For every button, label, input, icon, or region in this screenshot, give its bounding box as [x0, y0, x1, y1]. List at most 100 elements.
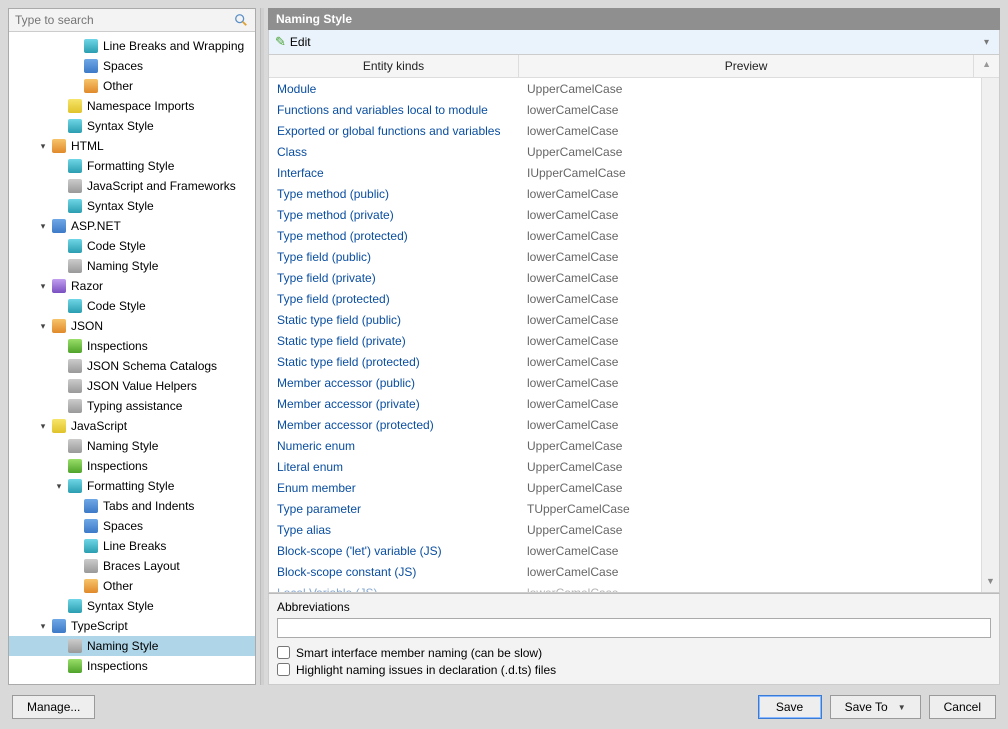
- tree-item[interactable]: ▸JSON Schema Catalogs: [9, 356, 255, 376]
- tree-item[interactable]: ▸Inspections: [9, 336, 255, 356]
- tree-item[interactable]: ▸Other: [9, 76, 255, 96]
- table-row[interactable]: Functions and variables local to modulel…: [269, 99, 999, 120]
- cancel-button[interactable]: Cancel: [929, 695, 996, 719]
- col-entity[interactable]: Entity kinds: [269, 55, 519, 77]
- manage-button[interactable]: Manage...: [12, 695, 95, 719]
- tree-item[interactable]: ▸Typing assistance: [9, 396, 255, 416]
- tree-item[interactable]: ▸Line Breaks and Wrapping: [9, 36, 255, 56]
- table-row[interactable]: Numeric enumUpperCamelCase: [269, 435, 999, 456]
- table-row[interactable]: Type parameterTUpperCamelCase: [269, 498, 999, 519]
- tree-item[interactable]: ▸Naming Style: [9, 636, 255, 656]
- table-row[interactable]: Member accessor (private)lowerCamelCase: [269, 393, 999, 414]
- col-preview[interactable]: Preview: [519, 55, 973, 77]
- tree-item[interactable]: ▸Code Style: [9, 236, 255, 256]
- table-row[interactable]: Type field (private)lowerCamelCase: [269, 267, 999, 288]
- caret-icon[interactable]: ▾: [37, 280, 49, 292]
- tree-item[interactable]: ▸Namespace Imports: [9, 96, 255, 116]
- abbreviations-input[interactable]: [277, 618, 991, 638]
- tree-item[interactable]: ▾Razor: [9, 276, 255, 296]
- table-row[interactable]: Type aliasUpperCamelCase: [269, 519, 999, 540]
- table-row[interactable]: Static type field (public)lowerCamelCase: [269, 309, 999, 330]
- scroll-up-icon[interactable]: ▲: [973, 55, 999, 77]
- tree-item[interactable]: ▸Spaces: [9, 516, 255, 536]
- tree-item[interactable]: ▸JSON Value Helpers: [9, 376, 255, 396]
- tree-item[interactable]: ▸Inspections: [9, 656, 255, 676]
- table-row[interactable]: Type method (public)lowerCamelCase: [269, 183, 999, 204]
- tree-item[interactable]: ▸Syntax Style: [9, 596, 255, 616]
- table-row[interactable]: Exported or global functions and variabl…: [269, 120, 999, 141]
- table-row[interactable]: Type method (protected)lowerCamelCase: [269, 225, 999, 246]
- tree-item[interactable]: ▸Syntax Style: [9, 196, 255, 216]
- table-row[interactable]: Static type field (protected)lowerCamelC…: [269, 351, 999, 372]
- table-row[interactable]: Type method (private)lowerCamelCase: [269, 204, 999, 225]
- tree-icon: [83, 538, 99, 554]
- caret-icon[interactable]: ▾: [37, 420, 49, 432]
- cell-preview: lowerCamelCase: [519, 124, 999, 138]
- tree-item-label: Formatting Style: [87, 159, 174, 173]
- table-header: Entity kinds Preview ▲: [269, 55, 999, 78]
- cell-preview: lowerCamelCase: [519, 565, 999, 579]
- table-row[interactable]: Member accessor (protected)lowerCamelCas…: [269, 414, 999, 435]
- edit-button[interactable]: ✎ Edit: [275, 34, 311, 50]
- checkbox-smart-interface[interactable]: [277, 646, 290, 659]
- chevron-down-icon: ▼: [898, 703, 906, 712]
- scrollbar[interactable]: ▼: [981, 78, 999, 592]
- table-row[interactable]: Type field (protected)lowerCamelCase: [269, 288, 999, 309]
- save-to-button[interactable]: Save To ▼: [830, 695, 921, 719]
- table-row[interactable]: Static type field (private)lowerCamelCas…: [269, 330, 999, 351]
- table-body[interactable]: ModuleUpperCamelCaseFunctions and variab…: [269, 78, 999, 592]
- caret-icon[interactable]: ▾: [37, 140, 49, 152]
- collapse-icon[interactable]: ▾: [980, 37, 993, 48]
- caret-icon[interactable]: ▾: [37, 620, 49, 632]
- tree-item[interactable]: ▸Tabs and Indents: [9, 496, 255, 516]
- table-row[interactable]: Local Variable (JS)lowerCamelCase: [269, 582, 999, 592]
- cell-preview: UpperCamelCase: [519, 460, 999, 474]
- table-row[interactable]: InterfaceIUpperCamelCase: [269, 162, 999, 183]
- cell-preview: lowerCamelCase: [519, 103, 999, 117]
- tree-icon: [67, 98, 83, 114]
- table-row[interactable]: ModuleUpperCamelCase: [269, 78, 999, 99]
- tree-item[interactable]: ▸Naming Style: [9, 256, 255, 276]
- tree-item[interactable]: ▾Formatting Style: [9, 476, 255, 496]
- cell-preview: lowerCamelCase: [519, 397, 999, 411]
- scroll-down-icon[interactable]: ▼: [982, 576, 999, 592]
- tree-item[interactable]: ▸Inspections: [9, 456, 255, 476]
- search-input[interactable]: [15, 13, 233, 27]
- table-row[interactable]: Type field (public)lowerCamelCase: [269, 246, 999, 267]
- tree-item[interactable]: ▸Braces Layout: [9, 556, 255, 576]
- tree-item[interactable]: ▸Code Style: [9, 296, 255, 316]
- tree-item[interactable]: ▾JavaScript: [9, 416, 255, 436]
- caret-icon[interactable]: ▾: [53, 480, 65, 492]
- tree-item[interactable]: ▸Naming Style: [9, 436, 255, 456]
- save-button[interactable]: Save: [758, 695, 822, 719]
- cell-preview: UpperCamelCase: [519, 82, 999, 96]
- tree-item-label: Code Style: [87, 239, 146, 253]
- tree-item[interactable]: ▸Line Breaks: [9, 536, 255, 556]
- checkbox-highlight-dts[interactable]: [277, 663, 290, 676]
- table-row[interactable]: Block-scope constant (JS)lowerCamelCase: [269, 561, 999, 582]
- tree-icon: [67, 298, 83, 314]
- table-row[interactable]: Member accessor (public)lowerCamelCase: [269, 372, 999, 393]
- tree-item[interactable]: ▾JSON: [9, 316, 255, 336]
- tree-item[interactable]: ▾TypeScript: [9, 616, 255, 636]
- splitter[interactable]: [260, 8, 264, 685]
- tree-icon: [51, 218, 67, 234]
- tree-item[interactable]: ▸Formatting Style: [9, 156, 255, 176]
- tree-item[interactable]: ▸Spaces: [9, 56, 255, 76]
- caret-icon[interactable]: ▾: [37, 320, 49, 332]
- table-row[interactable]: ClassUpperCamelCase: [269, 141, 999, 162]
- table-row[interactable]: Block-scope ('let') variable (JS)lowerCa…: [269, 540, 999, 561]
- search-box[interactable]: [9, 9, 255, 32]
- caret-icon[interactable]: ▾: [37, 220, 49, 232]
- tree-item[interactable]: ▾HTML: [9, 136, 255, 156]
- tree-item[interactable]: ▸Syntax Style: [9, 116, 255, 136]
- tree-item[interactable]: ▸Other: [9, 576, 255, 596]
- check-highlight-dts[interactable]: Highlight naming issues in declaration (…: [277, 661, 991, 678]
- search-icon[interactable]: [233, 12, 249, 28]
- table-row[interactable]: Literal enumUpperCamelCase: [269, 456, 999, 477]
- settings-tree[interactable]: ▸Line Breaks and Wrapping▸Spaces▸Other▸N…: [9, 32, 255, 684]
- table-row[interactable]: Enum memberUpperCamelCase: [269, 477, 999, 498]
- tree-item[interactable]: ▾ASP.NET: [9, 216, 255, 236]
- check-smart-interface[interactable]: Smart interface member naming (can be sl…: [277, 644, 991, 661]
- tree-item[interactable]: ▸JavaScript and Frameworks: [9, 176, 255, 196]
